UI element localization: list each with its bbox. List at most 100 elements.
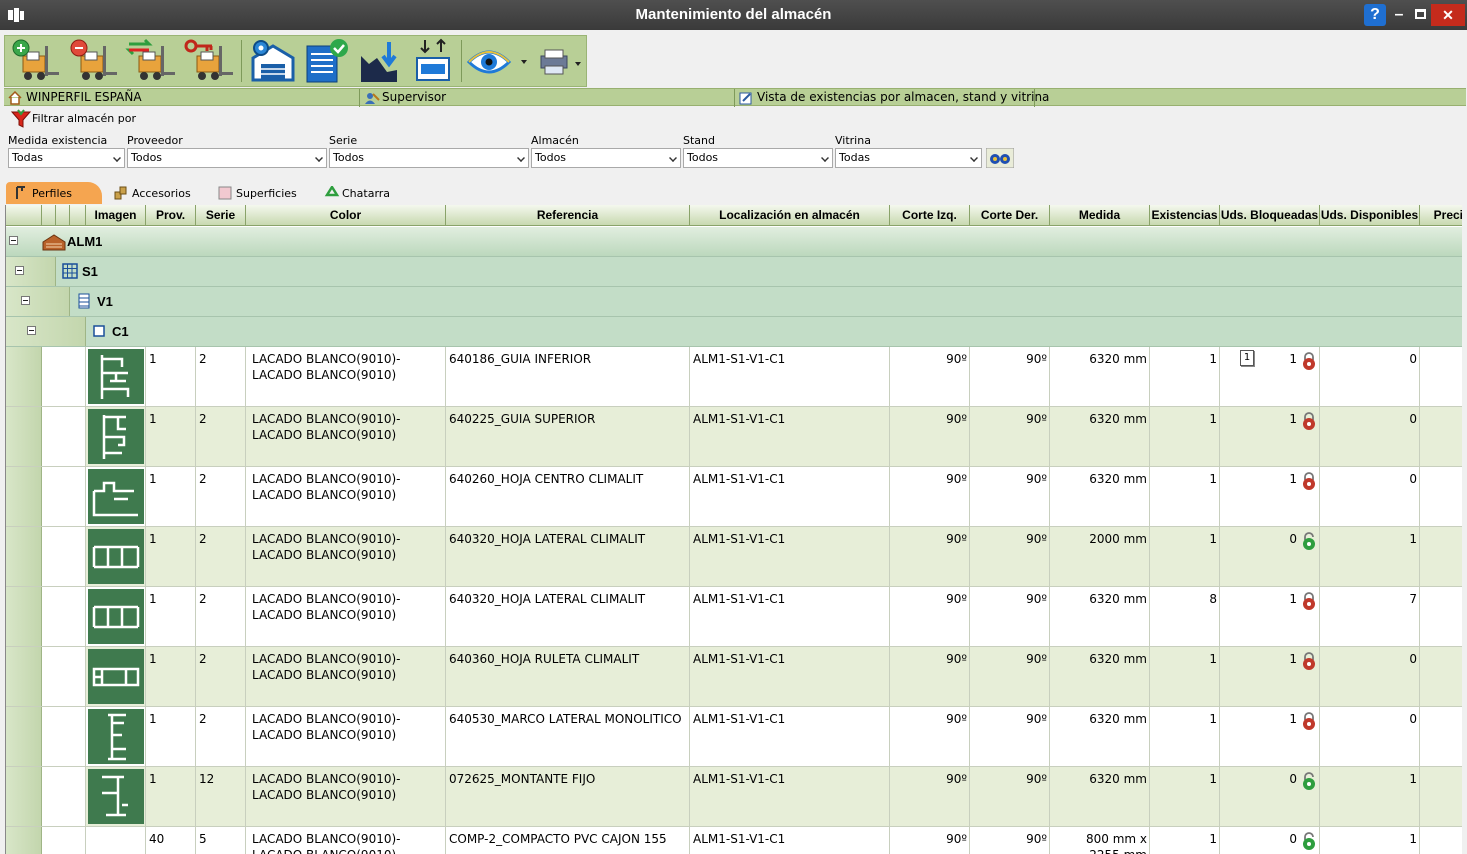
view-info: Vista de existencias por almacen, stand …: [737, 90, 1049, 106]
table-row[interactable]: 40 5 LACADO BLANCO(9010)-LACADO BLANCO(901…: [6, 827, 1462, 854]
cell-prov-value: 1: [149, 352, 157, 366]
table-row[interactable]: 1 12 LACADO BLANCO(9010)-LACADO BLANCO(901…: [6, 767, 1462, 827]
filter-funnel-icon: [10, 109, 32, 128]
lock-closed-icon[interactable]: [1302, 351, 1316, 371]
lock-open-icon[interactable]: [1302, 771, 1316, 791]
group-label-vitrina: V1: [97, 294, 113, 309]
lock-closed-icon[interactable]: [1302, 591, 1316, 611]
stand-select[interactable]: Todos: [683, 148, 833, 168]
group-row-almacen[interactable]: ALM1: [6, 227, 1462, 257]
collapse-toggle[interactable]: [15, 266, 24, 275]
col-serie[interactable]: Serie: [196, 205, 246, 226]
validate-list-button[interactable]: [303, 38, 355, 84]
table-row[interactable]: 1 2 LACADO BLANCO(9010)-LACADO BLANCO(9010…: [6, 347, 1462, 407]
tree-indent: [42, 527, 86, 586]
cell-exist-value: 1: [1209, 412, 1217, 426]
cell-bloq: 1: [1220, 407, 1320, 467]
lock-closed-icon[interactable]: [1302, 711, 1316, 731]
cell-exist: 1: [1150, 707, 1220, 767]
tree-indent: [6, 287, 70, 316]
cell-cd: 90º: [970, 587, 1050, 647]
col-disponibles[interactable]: Uds. Disponibles: [1320, 205, 1420, 226]
cell-disp: 1: [1320, 767, 1420, 827]
group-row-vitrina[interactable]: V1: [6, 287, 1462, 317]
col-bloqueadas[interactable]: Uds. Bloqueadas: [1220, 205, 1320, 226]
table-row[interactable]: 1 2 LACADO BLANCO(9010)-LACADO BLANCO(9010…: [6, 467, 1462, 527]
cell-prov-value: 1: [149, 772, 157, 786]
serie-select[interactable]: Todos: [329, 148, 529, 168]
table-row[interactable]: 1 2 LACADO BLANCO(9010)-LACADO BLANCO(9010…: [6, 647, 1462, 707]
col-existencias[interactable]: Existencias: [1150, 205, 1220, 226]
cell-precio: [1420, 467, 1462, 527]
minimize-button[interactable]: –: [1390, 4, 1408, 26]
warehouse-config-button[interactable]: [247, 38, 299, 84]
add-stock-forklift-button[interactable]: [9, 38, 61, 84]
tree-indent: [42, 707, 86, 766]
col-corte-izq[interactable]: Corte Izq.: [890, 205, 970, 226]
lock-closed-icon[interactable]: [1302, 471, 1316, 491]
proveedor-select[interactable]: Todos: [127, 148, 327, 168]
table-row[interactable]: 1 2 LACADO BLANCO(9010)-LACADO BLANCO(9010…: [6, 707, 1462, 767]
cell-referencia: 640320_HOJA LATERAL CLIMALIT: [446, 587, 690, 647]
chart-download-button[interactable]: [357, 38, 409, 84]
window-title: Mantenimiento del almacén: [635, 6, 832, 23]
col-referencia[interactable]: Referencia: [446, 205, 690, 226]
collapse-toggle[interactable]: [21, 296, 30, 305]
vitrina-select[interactable]: Todas: [835, 148, 982, 168]
transfer-stock-forklift-button[interactable]: [125, 38, 177, 84]
cell-bloq-value: 1: [1289, 412, 1297, 426]
col-precio[interactable]: Preci: [1420, 205, 1462, 226]
lock-open-icon[interactable]: [1302, 831, 1316, 851]
maximize-button[interactable]: [1411, 4, 1429, 26]
cell-medida-value: 6320 mm: [1089, 772, 1147, 786]
help-button[interactable]: ?: [1364, 4, 1386, 26]
table-row[interactable]: 1 2 LACADO BLANCO(9010)-LACADO BLANCO(9010…: [6, 587, 1462, 647]
table-row[interactable]: 1 2 LACADO BLANCO(9010)-LACADO BLANCO(9010…: [6, 527, 1462, 587]
cell-disp-value: 1: [1409, 832, 1417, 846]
tab-superficies[interactable]: Superficies: [210, 182, 310, 204]
collapse-toggle[interactable]: [27, 326, 36, 335]
apply-filter-button[interactable]: [985, 147, 1015, 169]
remove-stock-forklift-button[interactable]: [67, 38, 119, 84]
collapse-toggle[interactable]: [9, 236, 18, 245]
lock-open-icon[interactable]: [1302, 531, 1316, 551]
tab-accesorios[interactable]: Accesorios: [106, 182, 206, 204]
col-imagen[interactable]: Imagen: [86, 205, 146, 226]
toolbar-separator: [461, 40, 462, 82]
lock-closed-icon[interactable]: [1302, 411, 1316, 431]
group-row-stand[interactable]: S1: [6, 257, 1462, 287]
table-row[interactable]: 1 2 LACADO BLANCO(9010)-LACADO BLANCO(9010…: [6, 407, 1462, 467]
cell-serie: 2: [196, 347, 246, 407]
almacen-select[interactable]: Todos: [531, 148, 681, 168]
view-button[interactable]: [465, 38, 529, 84]
tree-indent: [6, 647, 42, 706]
cell-bloq-value: 1: [1289, 472, 1297, 486]
col-medida[interactable]: Medida: [1050, 205, 1150, 226]
cell-loc: ALM1-S1-V1-C1: [690, 647, 890, 707]
cell-prov-value: 40: [149, 832, 165, 846]
col-color[interactable]: Color: [246, 205, 446, 226]
col-prov[interactable]: Prov.: [146, 205, 196, 226]
col-localizacion[interactable]: Localización en almacén: [690, 205, 890, 226]
surface-icon: [218, 186, 232, 200]
cell-medida-value: 2000 mm: [1089, 532, 1147, 546]
print-button[interactable]: [531, 38, 585, 84]
cell-medida-value: 6320 mm: [1089, 652, 1147, 666]
close-button[interactable]: ✕: [1431, 4, 1465, 26]
tree-indent: [6, 587, 42, 646]
group-row-cajon[interactable]: C1: [6, 317, 1462, 347]
col-corte-der[interactable]: Corte Der.: [970, 205, 1050, 226]
blocked-units-editor[interactable]: 1: [1240, 350, 1254, 366]
chevron-down-icon: [821, 154, 829, 162]
tab-chatarra[interactable]: Chatarra: [316, 182, 406, 204]
lock-stock-forklift-button[interactable]: [183, 38, 235, 84]
medida-value: Todas: [12, 151, 44, 164]
compress-button[interactable]: [409, 38, 461, 84]
cell-bloq-value: 0: [1289, 772, 1297, 786]
cell-medida: 6320 mm: [1050, 587, 1150, 647]
cell-exist: 1: [1150, 527, 1220, 587]
tab-perfiles[interactable]: Perfiles: [6, 182, 102, 204]
lock-closed-icon[interactable]: [1302, 651, 1316, 671]
cell-color-value: LACADO BLANCO(9010)-LACADO BLANCO(9010): [252, 532, 401, 562]
medida-select[interactable]: Todas: [8, 148, 125, 168]
